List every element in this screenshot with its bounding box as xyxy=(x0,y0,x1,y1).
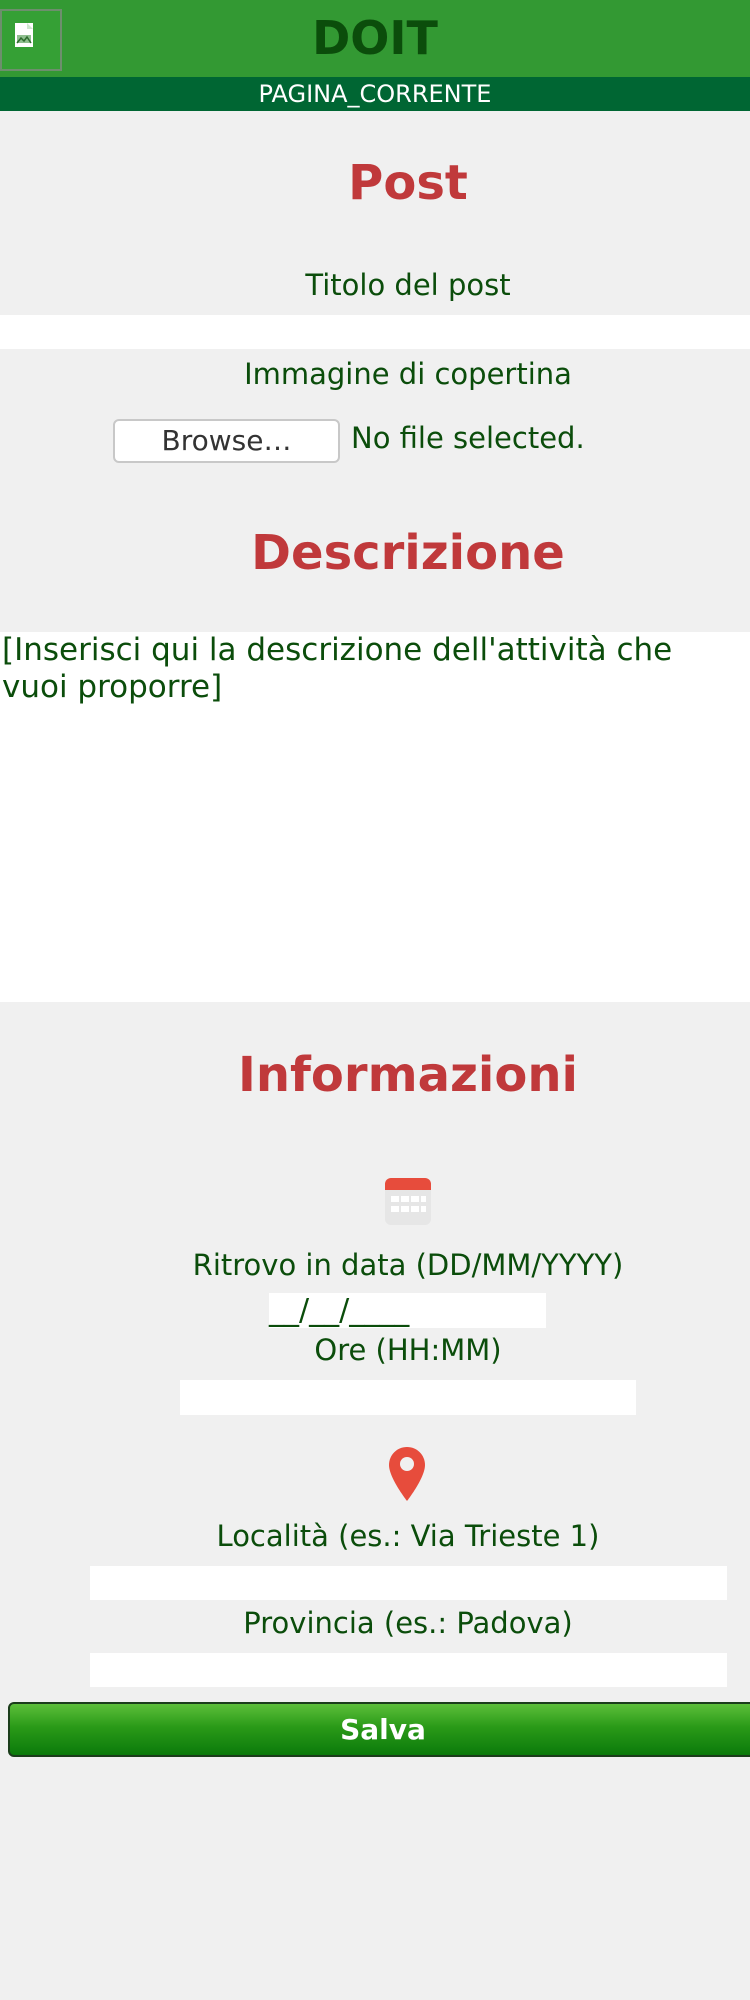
app-header: DOIT xyxy=(0,0,750,77)
browse-button[interactable]: Browse… xyxy=(113,419,340,463)
post-title-input[interactable] xyxy=(0,315,750,349)
info-heading: Informazioni xyxy=(238,1047,578,1103)
time-input[interactable] xyxy=(180,1380,636,1415)
date-input[interactable]: __/__/____ xyxy=(269,1293,546,1328)
file-status-text: No file selected. xyxy=(351,421,585,455)
province-input[interactable] xyxy=(90,1653,727,1687)
description-heading: Descrizione xyxy=(251,525,565,581)
post-heading: Post xyxy=(348,155,468,211)
cover-image-label: Immagine di copertina xyxy=(244,357,572,391)
post-title-label: Titolo del post xyxy=(305,268,511,302)
description-textarea[interactable]: [Inserisci qui la descrizione dell'attiv… xyxy=(0,632,750,1002)
location-input[interactable] xyxy=(90,1566,727,1600)
brand-title: DOIT xyxy=(312,11,438,65)
current-page-label: PAGINA_CORRENTE xyxy=(0,77,750,111)
time-label: Ore (HH:MM) xyxy=(314,1333,502,1367)
calendar-icon xyxy=(385,1178,431,1229)
date-label: Ritrovo in data (DD/MM/YYYY) xyxy=(192,1248,624,1282)
province-label: Provincia (es.: Padova) xyxy=(243,1606,573,1640)
save-button[interactable]: Salva xyxy=(8,1702,750,1757)
map-pin-icon xyxy=(389,1447,425,1505)
location-label: Località (es.: Via Trieste 1) xyxy=(216,1519,600,1553)
